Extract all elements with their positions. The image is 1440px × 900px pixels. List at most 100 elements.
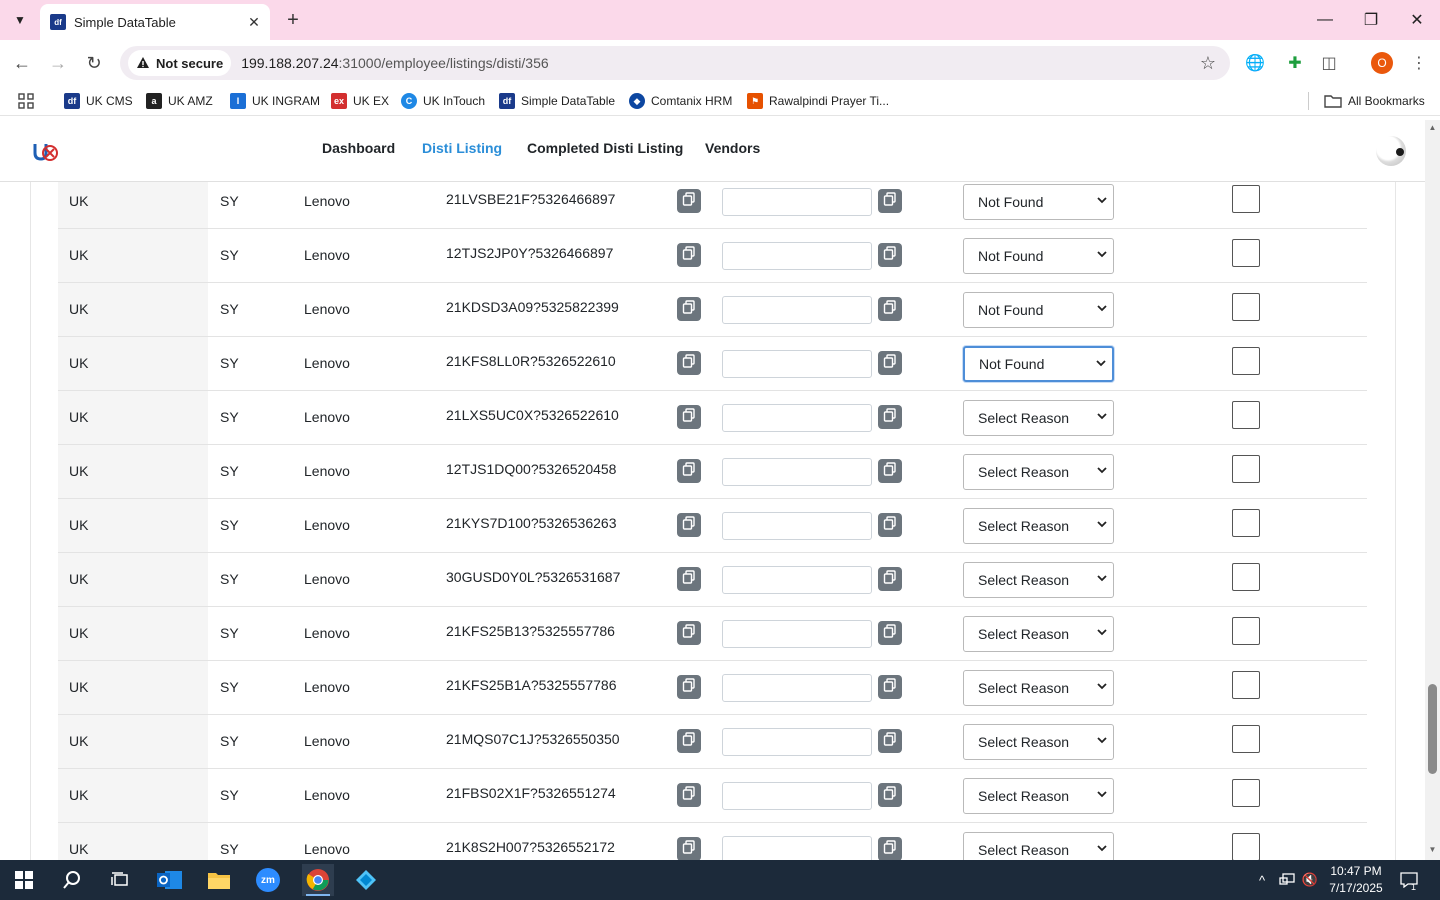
bookmark-comtanix-hrm[interactable]: ◆ Comtanix HRM <box>629 92 732 110</box>
reason-select[interactable]: Select Reason <box>963 724 1114 760</box>
price-input[interactable] <box>722 566 872 594</box>
taskbar-clock[interactable]: 10:47 PM 7/17/2025 <box>1324 863 1388 897</box>
scroll-up-arrow-icon[interactable]: ▲ <box>1428 124 1437 132</box>
apps-grid-icon[interactable] <box>18 92 34 110</box>
row-checkbox[interactable] <box>1232 509 1260 537</box>
chrome-icon[interactable] <box>302 864 334 896</box>
copy-part-button[interactable] <box>677 513 701 537</box>
copy-part-button[interactable] <box>677 405 701 429</box>
minimize-icon[interactable]: — <box>1302 0 1348 40</box>
browser-tab[interactable]: df Simple DataTable ✕ <box>40 4 270 40</box>
task-view-icon[interactable] <box>104 864 136 896</box>
bookmark-simple-datatable[interactable]: df Simple DataTable <box>499 92 615 110</box>
tray-chevron-up-icon[interactable]: ^ <box>1252 860 1272 900</box>
new-tab-plus-icon[interactable]: + <box>282 9 304 31</box>
forward-arrow-icon[interactable]: → <box>46 51 70 75</box>
bookmark-star-icon[interactable]: ☆ <box>1200 53 1216 74</box>
price-input[interactable] <box>722 782 872 810</box>
tab-close-icon[interactable]: ✕ <box>244 12 264 32</box>
address-bar[interactable]: Not secure 199.188.207.24:31000/employee… <box>120 46 1230 80</box>
copy-input-button[interactable] <box>878 351 902 375</box>
row-checkbox[interactable] <box>1232 293 1260 321</box>
search-icon[interactable] <box>56 864 88 896</box>
copy-input-button[interactable] <box>878 783 902 807</box>
nav-dashboard[interactable]: Dashboard <box>322 140 395 156</box>
copy-part-button[interactable] <box>677 243 701 267</box>
reason-select[interactable]: Select Reason <box>963 616 1114 652</box>
row-checkbox[interactable] <box>1232 455 1260 483</box>
copy-input-button[interactable] <box>878 459 902 483</box>
nav-vendors[interactable]: Vendors <box>705 140 760 156</box>
reason-select[interactable]: Select Reason <box>963 562 1114 598</box>
price-input[interactable] <box>722 458 872 486</box>
network-icon[interactable] <box>1276 860 1298 900</box>
tab-search-chevron-icon[interactable]: ▼ <box>8 9 32 31</box>
windows-start-icon[interactable] <box>8 864 40 896</box>
window-close-icon[interactable]: ✕ <box>1394 0 1440 40</box>
price-input[interactable] <box>722 296 872 324</box>
copy-input-button[interactable] <box>878 837 902 860</box>
price-input[interactable] <box>722 836 872 860</box>
bookmark-uk-amz[interactable]: a UK AMZ <box>146 92 213 110</box>
copy-part-button[interactable] <box>677 189 701 213</box>
copy-input-button[interactable] <box>878 189 902 213</box>
price-input[interactable] <box>722 242 872 270</box>
nav-disti-listing[interactable]: Disti Listing <box>422 140 502 156</box>
bookmark-uk-cms[interactable]: df UK CMS <box>64 92 133 110</box>
row-checkbox[interactable] <box>1232 833 1260 860</box>
scroll-down-arrow-icon[interactable]: ▼ <box>1428 846 1437 854</box>
reason-select[interactable]: Select Reason <box>963 778 1114 814</box>
row-checkbox[interactable] <box>1232 617 1260 645</box>
price-input[interactable] <box>722 512 872 540</box>
copy-part-button[interactable] <box>677 675 701 699</box>
copy-input-button[interactable] <box>878 243 902 267</box>
row-checkbox[interactable] <box>1232 671 1260 699</box>
copy-input-button[interactable] <box>878 513 902 537</box>
bookmark-uk-ex[interactable]: ex UK EX <box>331 92 389 110</box>
reason-select[interactable]: Select Reason <box>963 670 1114 706</box>
back-arrow-icon[interactable]: ← <box>10 51 34 75</box>
price-input[interactable] <box>722 620 872 648</box>
nav-completed-disti-listing[interactable]: Completed Disti Listing <box>527 140 683 156</box>
copy-input-button[interactable] <box>878 675 902 699</box>
notifications-icon[interactable]: 1 <box>1396 860 1422 900</box>
url-text[interactable]: 199.188.207.24:31000/employee/listings/d… <box>241 55 548 71</box>
uk-logo[interactable] <box>32 138 60 164</box>
row-checkbox[interactable] <box>1232 779 1260 807</box>
reason-select[interactable]: Select Reason <box>963 454 1114 490</box>
reason-select[interactable]: Not Found <box>963 238 1114 274</box>
copy-part-button[interactable] <box>677 621 701 645</box>
price-input[interactable] <box>722 674 872 702</box>
reason-select[interactable]: Select Reason <box>963 832 1114 860</box>
all-bookmarks-folder[interactable]: All Bookmarks <box>1324 92 1425 110</box>
copy-part-button[interactable] <box>677 567 701 591</box>
file-explorer-icon[interactable] <box>203 864 235 896</box>
price-input[interactable] <box>722 350 872 378</box>
copy-input-button[interactable] <box>878 729 902 753</box>
extension-puzzle-green-icon[interactable]: ✚ <box>1284 52 1306 74</box>
row-checkbox[interactable] <box>1232 239 1260 267</box>
row-checkbox[interactable] <box>1232 563 1260 591</box>
copy-part-button[interactable] <box>677 783 701 807</box>
copy-part-button[interactable] <box>677 837 701 860</box>
copy-part-button[interactable] <box>677 297 701 321</box>
page-scrollbar[interactable]: ▲ ▼ <box>1425 120 1440 860</box>
user-avatar[interactable] <box>1376 136 1406 166</box>
row-checkbox[interactable] <box>1232 185 1260 213</box>
copy-input-button[interactable] <box>878 567 902 591</box>
row-checkbox[interactable] <box>1232 725 1260 753</box>
row-checkbox[interactable] <box>1232 347 1260 375</box>
bookmark-uk-intouch[interactable]: C UK InTouch <box>401 92 485 110</box>
copy-input-button[interactable] <box>878 621 902 645</box>
reason-select[interactable]: Not Found <box>963 292 1114 328</box>
price-input[interactable] <box>722 188 872 216</box>
reason-select[interactable]: Not Found <box>963 184 1114 220</box>
copy-part-button[interactable] <box>677 351 701 375</box>
copy-input-button[interactable] <box>878 297 902 321</box>
reason-select[interactable]: Not Found <box>963 346 1114 382</box>
restore-icon[interactable]: ❐ <box>1348 0 1394 40</box>
zoom-icon[interactable]: zm <box>252 864 284 896</box>
price-input[interactable] <box>722 404 872 432</box>
bookmark-uk-ingram[interactable]: I UK INGRAM <box>230 92 320 110</box>
profile-avatar[interactable]: O <box>1371 52 1393 74</box>
